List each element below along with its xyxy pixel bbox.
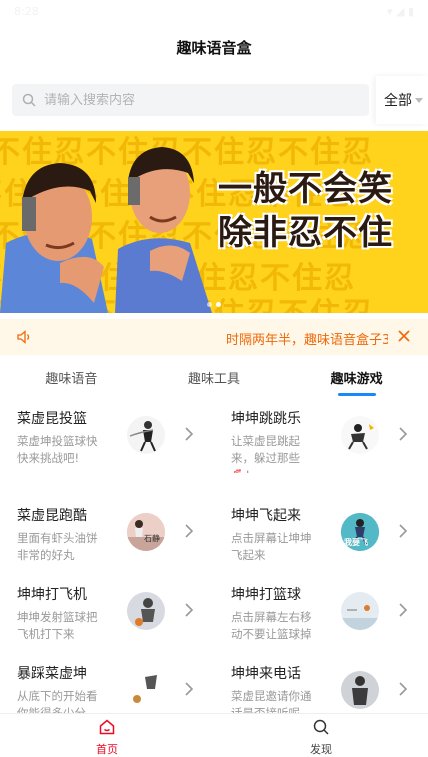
banner-carousel[interactable]: 不住忍不住忍不住忍不住忍 不住忍不住忍不住忍不住忍 不住忍不住忍不住忍不住忍 不…	[0, 131, 428, 313]
speaker-icon	[15, 328, 33, 350]
game-title: 菜虚昆跑酷	[17, 508, 87, 524]
filter-label: 全部	[384, 93, 412, 109]
game-thumbnail: 石静	[127, 513, 165, 551]
game-thumbnail	[341, 671, 379, 709]
game-card-shoot[interactable]: 菜虚昆投篮 菜虚坤投篮球快快来挑战吧!	[0, 400, 214, 480]
game-desc: 点击屏幕让坤坤飞起来	[231, 531, 312, 562]
game-thumbnail	[127, 671, 165, 709]
thumb-caption: 我要飞	[344, 538, 368, 547]
search-row: 全部	[0, 76, 428, 124]
game-title: 坤坤跳跳乐	[231, 411, 301, 427]
bottom-tab-label: 首页	[96, 743, 118, 756]
bottom-tab-home[interactable]: 首页	[0, 714, 214, 757]
banner-line-1: 一般不会笑	[218, 169, 393, 209]
game-desc: 里面有虾头油饼非常的好丸	[17, 531, 98, 562]
game-card-jump[interactable]: 坤坤跳跳乐 让菜虚昆跳起来，躲过那些🐔!	[214, 400, 428, 480]
chevron-right-icon	[184, 681, 194, 701]
game-title: 坤坤来电话	[231, 666, 301, 682]
banner-line-2: 除非忍不住	[218, 213, 393, 253]
search-icon	[312, 718, 330, 739]
search-input[interactable]	[44, 92, 344, 108]
nav-bar: 趣味语音盒	[0, 24, 428, 70]
game-title: 坤坤打飞机	[17, 587, 87, 603]
status-icons: ▾ ◢ ▮	[386, 5, 414, 18]
filter-dropdown[interactable]: 全部	[376, 76, 428, 124]
game-title: 菜虚昆投篮	[17, 411, 87, 427]
page-title: 趣味语音盒	[176, 38, 252, 57]
tab-fun-games[interactable]: 趣味游戏	[285, 360, 428, 396]
status-time: 8:28	[14, 5, 39, 18]
game-desc: 让菜虚昆跳起来，躲过那些🐔!	[231, 434, 300, 473]
close-icon[interactable]	[396, 328, 412, 348]
chevron-right-icon	[184, 426, 194, 446]
game-title: 坤坤飞起来	[231, 508, 301, 524]
game-desc: 坤坤发射篮球把飞机打下来	[17, 610, 98, 641]
game-card-parkour[interactable]: 菜虚昆跑酷 里面有虾头油饼非常的好丸 石静	[0, 497, 214, 577]
thumb-caption: 石静	[144, 534, 160, 543]
chevron-right-icon	[398, 523, 408, 543]
game-card-plane[interactable]: 坤坤打飞机 坤坤发射篮球把飞机打下来	[0, 576, 214, 656]
banner-illustration	[0, 147, 212, 313]
game-thumbnail	[127, 592, 165, 630]
bottom-tab-label: 发现	[310, 743, 332, 756]
game-card-fly[interactable]: 坤坤飞起来 点击屏幕让坤坤飞起来 我要飞	[214, 497, 428, 577]
game-thumbnail	[341, 592, 379, 630]
notice-text: 时隔两年半，趣味语音盒子3	[226, 333, 388, 348]
game-desc: 点击屏幕左右移动不要让篮球掉	[231, 610, 312, 641]
carousel-dot-active[interactable]	[216, 302, 221, 307]
chevron-right-icon	[398, 602, 408, 622]
game-title: 暴踩菜虚坤	[17, 666, 87, 682]
banner-headline: 一般不会笑 除非忍不住	[218, 167, 393, 255]
chevron-right-icon	[184, 523, 194, 543]
game-card-basketball[interactable]: 坤坤打篮球 点击屏幕左右移动不要让篮球掉	[214, 576, 428, 656]
carousel-dot[interactable]	[207, 302, 212, 307]
notice-bar[interactable]: 时隔两年半，趣味语音盒子3	[0, 319, 428, 355]
bottom-tab-bar: 首页 发现	[0, 713, 428, 757]
chevron-down-icon	[415, 97, 423, 103]
game-thumbnail: 我要飞	[341, 513, 379, 551]
tab-fun-voice[interactable]: 趣味语音	[0, 360, 143, 396]
game-title: 坤坤打篮球	[231, 587, 301, 603]
chevron-right-icon	[398, 426, 408, 446]
game-thumbnail	[127, 416, 165, 454]
game-desc: 菜虚坤投篮球快快来挑战吧!	[17, 434, 98, 465]
game-thumbnail	[341, 416, 379, 454]
bottom-tab-discover[interactable]: 发现	[214, 714, 428, 757]
home-icon	[98, 718, 116, 739]
chevron-right-icon	[398, 681, 408, 701]
carousel-indicators	[207, 302, 221, 307]
category-tabs: 趣味语音 趣味工具 趣味游戏	[0, 360, 428, 396]
tab-fun-tools[interactable]: 趣味工具	[143, 360, 286, 396]
status-bar: 8:28 ▾ ◢ ▮	[0, 0, 428, 24]
chevron-right-icon	[184, 602, 194, 622]
search-icon	[20, 91, 38, 109]
search-box[interactable]	[12, 84, 369, 116]
